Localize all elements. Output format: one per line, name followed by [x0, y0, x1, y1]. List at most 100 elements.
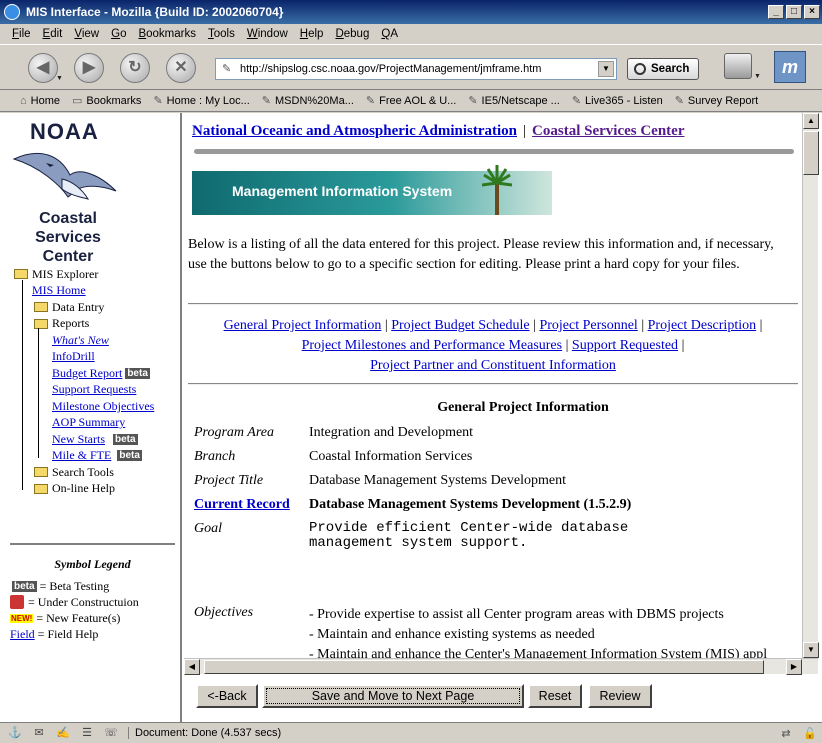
- address-book-icon[interactable]: ☰: [78, 726, 96, 740]
- bookmark-free-aol[interactable]: ✎ Free AOL & U...: [366, 94, 456, 108]
- tree-data-entry[interactable]: Data Entry: [14, 299, 179, 316]
- current-record-link[interactable]: Current Record: [194, 497, 290, 512]
- menu-debug[interactable]: Debug: [329, 28, 375, 40]
- separator: |: [641, 318, 645, 333]
- scroll-thumb[interactable]: [803, 131, 819, 175]
- separator: |: [759, 318, 763, 333]
- bookmark-survey-report[interactable]: ✎ Survey Report: [675, 94, 759, 108]
- link-icon: ✎: [571, 95, 582, 107]
- field-label: Objectives: [194, 605, 254, 620]
- infodrill-link[interactable]: InfoDrill: [52, 349, 95, 364]
- budget-report-link[interactable]: Budget Report: [52, 366, 122, 381]
- scroll-thumb[interactable]: [204, 660, 764, 674]
- menu-window[interactable]: Window: [241, 28, 294, 40]
- tree-mis-explorer[interactable]: MIS Explorer: [14, 266, 179, 283]
- logo-line: Services: [35, 229, 101, 246]
- reload-icon[interactable]: ↻: [120, 53, 150, 83]
- url-field[interactable]: ✎ http://shipslog.csc.noaa.gov/ProjectMa…: [215, 58, 617, 80]
- csc-link[interactable]: Coastal Services Center: [532, 123, 684, 139]
- logo-line: Center: [42, 248, 94, 265]
- symbol-legend: Symbol Legend beta = Beta Testing = Under…: [10, 543, 175, 642]
- personal-toolbar: ⌂ Home ▭ Bookmarks ✎ Home : My Loc... ✎ MSDN…: [0, 90, 822, 112]
- seagull-icon: [12, 152, 117, 200]
- minimize-button[interactable]: _: [768, 5, 784, 19]
- divider: [188, 303, 798, 305]
- link-project-description[interactable]: Project Description: [648, 318, 756, 333]
- bookmark-label: MSDN%20Ma...: [275, 94, 354, 107]
- link-icon: ✎: [153, 95, 163, 107]
- horizontal-scrollbar[interactable]: ◀ ▶: [184, 658, 818, 675]
- field-help-link[interactable]: Field: [10, 627, 35, 642]
- noaa-logo-text: NOAA: [30, 119, 99, 144]
- divider: [188, 383, 798, 385]
- link-project-budget-schedule[interactable]: Project Budget Schedule: [391, 318, 529, 333]
- beta-badge-icon: beta: [12, 580, 37, 592]
- window-title: MIS Interface - Mozilla {Build ID: 20020…: [26, 5, 284, 19]
- scroll-down-icon[interactable]: ▼: [803, 642, 819, 658]
- menu-bookmarks[interactable]: Bookmarks: [132, 28, 202, 40]
- link-support-requested[interactable]: Support Requested: [572, 338, 678, 353]
- search-button[interactable]: Search: [627, 58, 699, 80]
- bookmark-ie5-netscape[interactable]: ✎ IE5/Netscape ...: [468, 94, 559, 108]
- mile-fte-link[interactable]: Mile & FTE: [52, 448, 111, 463]
- navigator-icon[interactable]: ⚓: [6, 726, 24, 740]
- stop-icon[interactable]: ✕: [166, 53, 196, 83]
- online-status-icon: ⇄: [781, 727, 791, 740]
- mis-home-link[interactable]: MIS Home: [32, 283, 86, 298]
- back-history-dropdown-icon[interactable]: ▼: [56, 75, 65, 84]
- menu-help[interactable]: Help: [294, 28, 330, 40]
- scroll-up-icon[interactable]: ▲: [803, 113, 819, 129]
- print-icon[interactable]: [724, 53, 752, 79]
- print-dropdown-icon[interactable]: ▼: [754, 73, 763, 82]
- scroll-left-icon[interactable]: ◀: [184, 659, 200, 675]
- review-button[interactable]: Review: [588, 684, 652, 708]
- milestone-objectives-link[interactable]: Milestone Objectives: [52, 399, 154, 414]
- tree-mis-home[interactable]: MIS Home: [14, 283, 179, 300]
- save-next-button[interactable]: Save and Move to Next Page: [262, 684, 524, 708]
- mis-banner: Management Information System: [192, 165, 552, 215]
- whats-new-link[interactable]: What's New: [52, 333, 109, 348]
- support-requests-link[interactable]: Support Requests: [52, 382, 136, 397]
- window-titlebar: MIS Interface - Mozilla {Build ID: 20020…: [0, 0, 822, 24]
- legend-text: = Under Constructuion: [28, 594, 139, 609]
- link-general-project-information[interactable]: General Project Information: [224, 318, 382, 333]
- new-starts-link[interactable]: New Starts: [52, 432, 105, 447]
- link-project-partner[interactable]: Project Partner and Constituent Informat…: [370, 358, 616, 373]
- program-area-value: Integration and Development: [309, 425, 474, 440]
- bookmark-home-my-loc[interactable]: ✎ Home : My Loc...: [153, 94, 249, 108]
- link-project-milestones[interactable]: Project Milestones and Performance Measu…: [302, 338, 562, 353]
- menu-tools[interactable]: Tools: [202, 28, 241, 40]
- bookmark-home[interactable]: ⌂ Home: [20, 95, 60, 107]
- forward-arrow-icon[interactable]: ▶: [74, 53, 104, 83]
- menu-file[interactable]: File: [6, 28, 37, 40]
- mozilla-logo-icon[interactable]: m: [774, 51, 806, 83]
- maximize-button[interactable]: □: [786, 5, 802, 19]
- vertical-scrollbar[interactable]: ▲ ▼: [802, 113, 819, 658]
- url-history-dropdown-icon[interactable]: ▼: [598, 61, 614, 77]
- tree-search-tools[interactable]: Search Tools: [14, 464, 179, 481]
- reset-button[interactable]: Reset: [528, 684, 582, 708]
- back-arrow-icon[interactable]: ◀: [28, 53, 58, 83]
- noaa-link[interactable]: National Oceanic and Atmospheric Adminis…: [192, 123, 517, 139]
- status-bar: ⚓ ✉ ✍ ☰ ☏ Document: Done (4.537 secs) ⇄ …: [0, 722, 822, 743]
- menu-view[interactable]: View: [68, 28, 105, 40]
- tree-label: MIS Explorer: [32, 266, 99, 281]
- bookmark-bookmarks[interactable]: ▭ Bookmarks: [72, 94, 141, 108]
- mail-icon[interactable]: ✉: [30, 726, 48, 740]
- tree-online-help[interactable]: On-line Help: [14, 481, 179, 498]
- close-window-button[interactable]: ×: [804, 5, 820, 19]
- beta-badge-icon: beta: [125, 367, 150, 379]
- menu-qa[interactable]: QA: [375, 28, 404, 40]
- menu-go[interactable]: Go: [105, 28, 132, 40]
- bookmark-msdn[interactable]: ✎ MSDN%20Ma...: [262, 94, 354, 108]
- folder-icon: [34, 467, 48, 478]
- aop-summary-link[interactable]: AOP Summary: [52, 415, 125, 430]
- link-project-personnel[interactable]: Project Personnel: [539, 318, 637, 333]
- scroll-right-icon[interactable]: ▶: [786, 659, 802, 675]
- top-nav-links: National Oceanic and Atmospheric Adminis…: [192, 123, 685, 140]
- menu-edit[interactable]: Edit: [37, 28, 69, 40]
- bookmark-live365[interactable]: ✎ Live365 - Listen: [571, 94, 663, 108]
- back-button[interactable]: <-Back: [196, 684, 258, 708]
- composer-icon[interactable]: ✍: [54, 726, 72, 740]
- chat-icon[interactable]: ☏: [102, 726, 120, 740]
